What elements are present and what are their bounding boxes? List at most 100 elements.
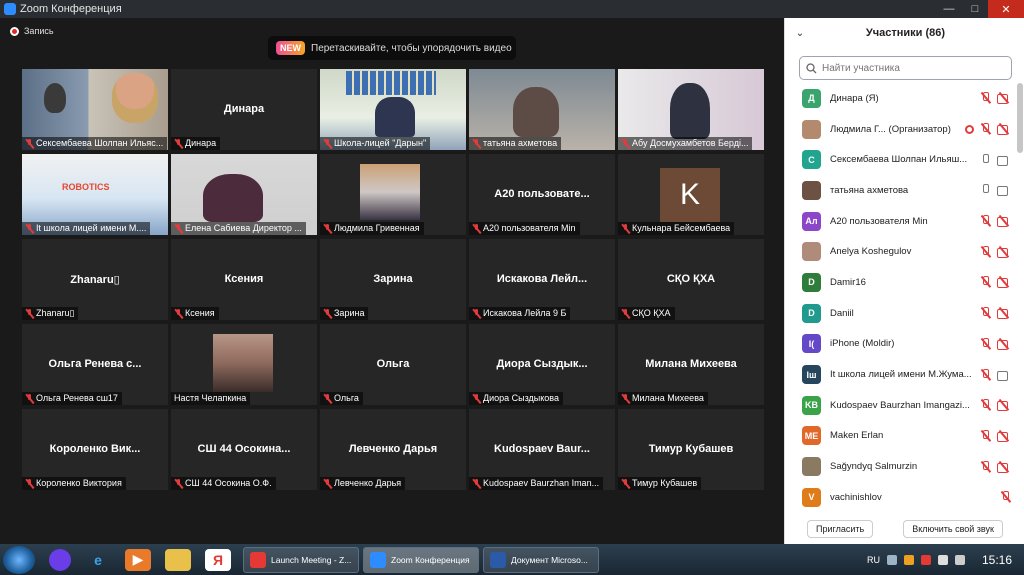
video-tile[interactable]: Людмила Гривенная [320, 154, 466, 235]
video-tile[interactable]: Милана Михеева Милана Михеева [618, 324, 764, 405]
mic-icon[interactable] [980, 153, 991, 166]
video-tile[interactable]: Динара Динара [171, 69, 317, 150]
internet-explorer-icon[interactable]: e [85, 549, 111, 571]
participant-row[interactable]: Sağyndyq Salmurzin [785, 451, 1017, 482]
mic-muted-icon[interactable] [980, 215, 991, 227]
camera-icon[interactable] [997, 370, 1011, 381]
alice-icon[interactable] [49, 548, 71, 571]
file-explorer-icon[interactable] [165, 548, 191, 571]
camera-off-icon[interactable] [997, 277, 1011, 289]
video-tile[interactable]: А20 пользовате... А20 пользователя Min [469, 154, 615, 235]
taskbar-task[interactable]: Документ Microso... [483, 546, 599, 573]
muted-mic-icon [323, 308, 332, 319]
participant-avatar: Ал [802, 211, 821, 231]
tile-caption: СҚО ҚХА [618, 307, 675, 320]
video-tile[interactable]: Ксения Ксения [171, 239, 317, 320]
participant-row[interactable]: С Сексембаева Шолпан Ильяш... [785, 144, 1017, 175]
participant-list-scrollbar[interactable] [1017, 83, 1023, 153]
participant-row[interactable]: I(iPhone (Moldir) [785, 329, 1017, 360]
network-icon[interactable] [937, 554, 948, 565]
camera-off-icon[interactable] [997, 216, 1011, 228]
video-tile[interactable]: Елена Сабиева Директор ... [171, 154, 317, 235]
mic-muted-icon[interactable] [980, 276, 991, 288]
invite-button[interactable]: Пригласить [807, 520, 874, 538]
video-tile[interactable]: Абу Досмухамбетов Берді... [618, 69, 764, 150]
video-tile[interactable]: K Кульнара Бейсембаева [618, 154, 764, 235]
volume-icon[interactable] [954, 554, 965, 565]
video-tile[interactable]: Искакова Лейл... Искакова Лейла 9 Б [469, 239, 615, 320]
camera-off-icon[interactable] [997, 308, 1011, 320]
yandex-tray-icon[interactable] [920, 554, 931, 565]
mic-muted-icon[interactable] [980, 337, 991, 350]
mic-muted-icon[interactable] [980, 399, 991, 411]
yandex-browser-icon[interactable]: Я [205, 548, 231, 571]
camera-off-icon[interactable] [997, 247, 1011, 258]
video-tile[interactable]: СҚО ҚХА СҚО ҚХА [618, 239, 764, 320]
close-button[interactable]: ✕ [988, 0, 1024, 18]
clock[interactable]: 15:16 [982, 553, 1012, 567]
video-tile[interactable]: Зарина Зарина [320, 239, 466, 320]
tile-display-name: Ксения [224, 273, 264, 285]
unmute-self-button[interactable]: Включить свой звук [903, 520, 1003, 538]
participant-avatar [802, 457, 821, 477]
camera-icon[interactable] [997, 185, 1011, 197]
mic-muted-icon[interactable] [980, 123, 991, 135]
zoom-tray-icon[interactable] [886, 554, 897, 565]
camera-off-icon[interactable] [997, 431, 1011, 442]
participant-row[interactable]: Людмила Г... (Организатор) [785, 114, 1017, 145]
tray-app-icon[interactable] [903, 554, 914, 565]
video-tile[interactable]: ROBOTICS It школа лицей имени М.... [22, 154, 168, 235]
video-tile[interactable]: Ольга Ольга [320, 324, 466, 405]
video-tile[interactable]: Диора Сыздык... Диора Сыздыкова [469, 324, 615, 405]
camera-off-icon[interactable] [997, 339, 1011, 350]
start-button[interactable] [3, 545, 35, 574]
mic-muted-icon[interactable] [980, 429, 991, 442]
mic-muted-icon[interactable] [980, 307, 991, 319]
participant-row[interactable]: D Damir16 [785, 267, 1017, 298]
participant-row[interactable]: KB Kudospaev Baurzhan Imangazi... [785, 390, 1017, 421]
video-tile[interactable]: Zhanaru▯ Zhanaru▯ [22, 239, 168, 320]
taskbar-task[interactable]: Zoom Конференция [363, 546, 479, 573]
collapse-chevron-icon[interactable]: ⌄ [785, 28, 815, 39]
tile-display-name: СҚО ҚХА [666, 273, 716, 285]
video-tile[interactable]: Левченко Дарья Левченко Дарья [320, 409, 466, 490]
participant-row[interactable]: Iш It школа лицей имени М.Жума... [785, 359, 1017, 390]
maximize-button[interactable]: □ [962, 0, 988, 18]
video-tile[interactable]: СШ 44 Осокина... СШ 44 Осокина О.Ф. [171, 409, 317, 490]
participant-row[interactable]: Vvachinishlov [785, 482, 1017, 513]
media-player-icon[interactable]: ▶ [125, 548, 151, 571]
minimize-button[interactable]: — [936, 0, 962, 18]
participant-row[interactable]: татьяна ахметова [785, 175, 1017, 206]
participant-status-icons [980, 92, 1011, 105]
mic-muted-icon[interactable] [980, 368, 991, 381]
participant-row[interactable]: Д Динара (Я) [785, 83, 1017, 114]
mic-muted-icon[interactable] [980, 92, 991, 104]
recording-indicator[interactable]: Запись [10, 26, 54, 36]
participant-avatar: Д [802, 88, 821, 108]
camera-off-icon[interactable] [997, 124, 1011, 136]
video-tile[interactable]: Школа-лицей "Дарын" [320, 69, 466, 150]
video-tile[interactable]: Kudospaev Baur... Kudospaev Baurzhan Iman… [469, 409, 615, 490]
video-tile[interactable]: Ольга Ренева с... Ольга Ренева сш17 [22, 324, 168, 405]
camera-icon[interactable] [997, 155, 1011, 166]
language-indicator[interactable]: RU [867, 555, 880, 565]
taskbar-task[interactable]: Launch Meeting - Z... [243, 546, 359, 573]
video-tile[interactable]: Тимур Кубашев Тимур Кубашев [618, 409, 764, 490]
participant-row[interactable]: D Daniil [785, 298, 1017, 329]
participant-row[interactable]: ME Maken Erlan [785, 421, 1017, 452]
participant-search-input[interactable] [822, 62, 1002, 74]
camera-off-icon[interactable] [997, 93, 1011, 105]
mic-muted-icon[interactable] [980, 245, 991, 258]
camera-off-icon[interactable] [997, 400, 1011, 412]
video-tile[interactable]: Настя Челапкина [171, 324, 317, 405]
video-tile[interactable]: Сексембаева Шолпан Ильяс... [22, 69, 168, 150]
mic-icon[interactable] [980, 184, 991, 196]
participant-row[interactable]: Anelya Koshegulov [785, 236, 1017, 267]
mic-muted-icon[interactable] [1000, 491, 1011, 503]
video-tile[interactable]: татьяна ахметова [469, 69, 615, 150]
mic-muted-icon[interactable] [980, 460, 991, 473]
camera-off-icon[interactable] [997, 462, 1011, 473]
participant-search[interactable] [799, 56, 1012, 80]
participant-row[interactable]: Ал А20 пользователя Min [785, 206, 1017, 237]
video-tile[interactable]: Короленко Вик... Короленко Виктория [22, 409, 168, 490]
